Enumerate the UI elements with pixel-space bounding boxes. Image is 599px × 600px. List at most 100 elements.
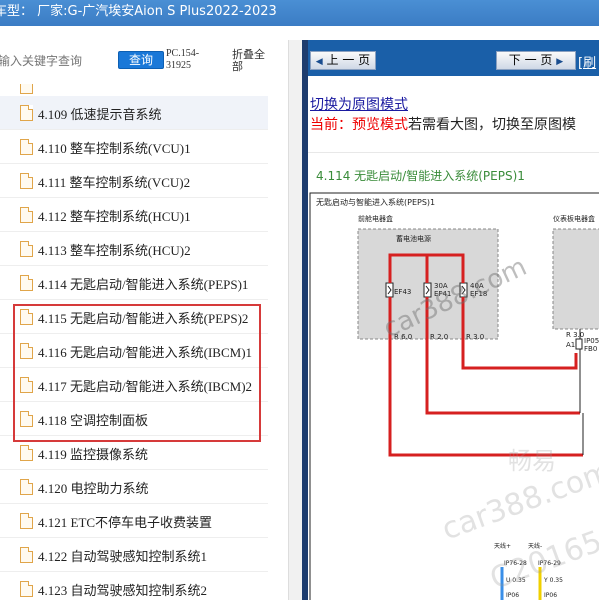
fuse-name-2: EF18 xyxy=(470,290,487,298)
tree-item[interactable]: 4.110 整车控制系统(VCU)1 xyxy=(0,130,268,164)
tree-item-label: 4.116 无匙启动/智能进入系统(IBCM)1 xyxy=(38,345,253,360)
fuse-ef41: 30A EF41 xyxy=(423,282,451,298)
document-icon xyxy=(20,84,33,94)
document-icon xyxy=(20,275,33,291)
tree-item[interactable]: 4.116 无匙启动/智能进入系统(IBCM)1 xyxy=(0,334,268,368)
wire-label-0: R 6.0 xyxy=(394,333,412,341)
tree-item-label: 4.122 自动驾驶感知控制系统1 xyxy=(38,549,208,564)
tree-item[interactable]: 4.109 低速提示音系统 xyxy=(0,96,268,130)
ip06-label-a: IP06 xyxy=(506,592,519,599)
document-icon xyxy=(20,581,33,597)
left-pane: 查询 PC.154-31925 折叠全部 4.109 低速提示音系统 4.110 … xyxy=(0,40,288,600)
tree-item[interactable]: 4.114 无匙启动/智能进入系统(PEPS)1 xyxy=(0,266,268,300)
diagram-section-title: 4.114 无匙启动/智能进入系统(PEPS)1 xyxy=(316,169,525,183)
wire-y-label: Y 0.35 xyxy=(543,577,563,584)
prev-page-label: 上 一 页 xyxy=(326,53,371,67)
tree-item-label: 4.114 无匙启动/智能进入系统(PEPS)1 xyxy=(38,277,249,292)
search-bar: 查询 PC.154-31925 折叠全部 xyxy=(0,40,288,84)
fuse-name-1: EF41 xyxy=(434,290,451,298)
tree-item[interactable]: 4.117 无匙启动/智能进入系统(IBCM)2 xyxy=(0,368,268,402)
mode-hint: 若需看大图，切换至原图模 xyxy=(408,117,576,133)
connector-ip05-label: IP05 xyxy=(584,337,599,345)
tree-item-label: 4.117 无匙启动/智能进入系统(IBCM)2 xyxy=(38,379,253,394)
tree-item-label: 4.121 ETC不停车电子收费装置 xyxy=(38,515,213,530)
connector-a1 xyxy=(575,338,583,350)
document-icon xyxy=(20,139,33,155)
right-pane: ◀ 上 一 页 下 一 页 ▶ [刷 切换为原图模式 当前：预览模式若需看大图，… xyxy=(308,40,599,600)
fuse-amp-1: 30A xyxy=(434,282,448,290)
refresh-link[interactable]: [刷 xyxy=(578,52,596,71)
wiring-diagram: 4.114 无匙启动/智能进入系统(PEPS)1 无匙启动与智能进入系统(PEP… xyxy=(308,152,599,600)
schematic-svg: 无匙启动与智能进入系统(PEPS)1 前舱电器盒 蓄电池电源 仪表板电器盒 EF… xyxy=(309,192,599,600)
tree-item[interactable]: 4.122 自动驾驶感知控制系统1 xyxy=(0,538,268,572)
fuse-name-0: EF43 xyxy=(394,288,411,296)
document-icon xyxy=(20,377,33,393)
wire-label-1: R 2.0 xyxy=(430,333,448,341)
antenna-minus-label: 天线- xyxy=(528,542,542,550)
window-title: 车型： 厂家:G-广汽埃安Aion S Plus2022-2023 xyxy=(0,4,277,19)
next-page-button[interactable]: 下 一 页 ▶ xyxy=(496,51,576,70)
document-icon xyxy=(20,513,33,529)
nav-bar: ◀ 上 一 页 下 一 页 ▶ [刷 xyxy=(308,40,599,76)
front-box-label: 前舱电器盒 xyxy=(358,214,393,223)
dash-box-label: 仪表板电器盒 xyxy=(553,214,595,223)
wire-label-2: R 3.0 xyxy=(466,333,484,341)
connector-a1-label: A1 xyxy=(566,341,575,349)
tree-item[interactable]: 4.123 自动驾驶感知控制系统2 xyxy=(0,572,268,600)
battery-label: 蓄电池电源 xyxy=(396,234,431,243)
search-button[interactable]: 查询 xyxy=(118,51,164,69)
tree-item[interactable]: 4.112 整车控制系统(HCU)1 xyxy=(0,198,268,232)
document-icon xyxy=(20,445,33,461)
wire-u-label: U 0.35 xyxy=(506,577,526,584)
prev-page-button[interactable]: ◀ 上 一 页 xyxy=(310,51,376,70)
mode-current: 当前：预览模式 xyxy=(310,117,408,133)
document-icon xyxy=(20,343,33,359)
wire-r3-label: R 3.0 xyxy=(566,331,584,339)
ip76-28-label: IP76-28 xyxy=(504,560,527,567)
schematic-title: 无匙启动与智能进入系统(PEPS)1 xyxy=(316,197,435,207)
document-icon xyxy=(20,547,33,563)
tree-item[interactable]: 4.115 无匙启动/智能进入系统(PEPS)2 xyxy=(0,300,268,334)
document-icon xyxy=(20,309,33,325)
tree-item-label: 4.123 自动驾驶感知控制系统2 xyxy=(38,583,208,598)
document-icon xyxy=(20,411,33,427)
arrow-right-icon: ▶ xyxy=(556,57,564,67)
tree-item[interactable]: 4.121 ETC不停车电子收费装置 xyxy=(0,504,268,538)
tree-item[interactable]: 4.118 空调控制面板 xyxy=(0,402,268,436)
switch-mode-link[interactable]: 切换为原图模式 xyxy=(310,94,408,114)
search-input[interactable] xyxy=(0,50,108,72)
tree-item-label: 4.110 整车控制系统(VCU)1 xyxy=(38,141,191,156)
next-page-label: 下 一 页 xyxy=(508,53,553,67)
antenna-plus-label: 天线+ xyxy=(494,542,511,550)
arrow-left-icon: ◀ xyxy=(315,57,323,67)
tree-item-label: 4.109 低速提示音系统 xyxy=(38,107,162,122)
tree-item[interactable]: 4.120 电控助力系统 xyxy=(0,470,268,504)
toc-tree: 4.109 低速提示音系统 4.110 整车控制系统(VCU)1 4.111 整车控… xyxy=(0,84,288,600)
tree-item[interactable]: 4.111 整车控制系统(VCU)2 xyxy=(0,164,268,198)
tree-item-label: 4.119 监控摄像系统 xyxy=(38,447,149,462)
mode-status: 当前：预览模式若需看大图，切换至原图模 xyxy=(310,114,576,134)
tree-item-label: 4.118 空调控制面板 xyxy=(38,413,149,428)
document-icon xyxy=(20,241,33,257)
tree-item-label: 4.112 整车控制系统(HCU)1 xyxy=(38,209,191,224)
title-gap xyxy=(0,26,599,40)
fuse-amp-2: 40A xyxy=(470,282,484,290)
tree-item-label: 4.115 无匙启动/智能进入系统(PEPS)2 xyxy=(38,311,249,326)
document-icon xyxy=(20,207,33,223)
tree-item-label: 4.111 整车控制系统(VCU)2 xyxy=(38,175,191,190)
tree-item-label: 4.113 整车控制系统(HCU)2 xyxy=(38,243,191,258)
tree-item[interactable] xyxy=(0,84,268,96)
dash-box xyxy=(552,228,599,330)
ip06-label-b: IP06 xyxy=(544,592,557,599)
document-icon xyxy=(20,173,33,189)
left-scrollbar[interactable] xyxy=(288,40,302,600)
collapse-all-button[interactable]: 折叠全部 xyxy=(232,49,272,73)
connector-fb0-label: FB0 xyxy=(584,345,597,353)
tree-item-label: 4.120 电控助力系统 xyxy=(38,481,149,496)
pc-code-label: PC.154-31925 xyxy=(166,48,200,71)
fuse-ef18: 40A EF18 xyxy=(459,282,487,298)
ip76-29-label: IP76-29 xyxy=(538,560,561,567)
document-icon xyxy=(20,105,33,121)
tree-item[interactable]: 4.113 整车控制系统(HCU)2 xyxy=(0,232,268,266)
tree-item[interactable]: 4.119 监控摄像系统 xyxy=(0,436,268,470)
